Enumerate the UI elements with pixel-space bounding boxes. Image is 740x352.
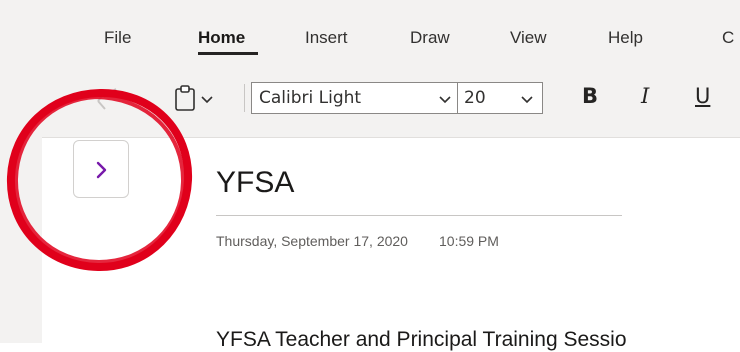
italic-button[interactable]: I [641, 84, 649, 108]
page-date: Thursday, September 17, 2020 [216, 233, 408, 249]
chevron-down-icon[interactable] [520, 92, 534, 106]
chevron-right-icon [96, 161, 107, 179]
font-name-input[interactable]: Calibri Light [259, 88, 361, 108]
left-navigation-strip [0, 0, 43, 343]
tab-overflow[interactable]: C [722, 28, 734, 48]
expand-navigation-button[interactable] [73, 140, 129, 198]
bold-button[interactable]: B [582, 84, 598, 108]
title-underline [216, 215, 622, 216]
font-selector[interactable]: Calibri Light 20 [251, 82, 543, 114]
tab-file[interactable]: File [104, 28, 131, 48]
underline-button[interactable]: U [695, 84, 710, 108]
toolbar-separator [244, 84, 245, 112]
page-title[interactable]: YFSA [216, 166, 294, 200]
tab-home[interactable]: Home [198, 28, 245, 48]
page-body-text[interactable]: YFSA Teacher and Principal Training Sess… [216, 328, 627, 352]
tab-view[interactable]: View [510, 28, 547, 48]
font-box-divider [457, 83, 458, 113]
undo-arrow-icon[interactable] [94, 87, 120, 117]
chevron-down-icon[interactable] [438, 92, 452, 106]
clipboard-icon[interactable] [172, 84, 198, 112]
chevron-down-icon[interactable] [200, 92, 214, 106]
tab-insert[interactable]: Insert [305, 28, 348, 48]
tab-help[interactable]: Help [608, 28, 643, 48]
active-tab-indicator [198, 52, 258, 55]
tab-draw[interactable]: Draw [410, 28, 450, 48]
font-size-input[interactable]: 20 [464, 88, 486, 108]
page-time: 10:59 PM [439, 233, 499, 249]
ribbon [42, 0, 740, 137]
